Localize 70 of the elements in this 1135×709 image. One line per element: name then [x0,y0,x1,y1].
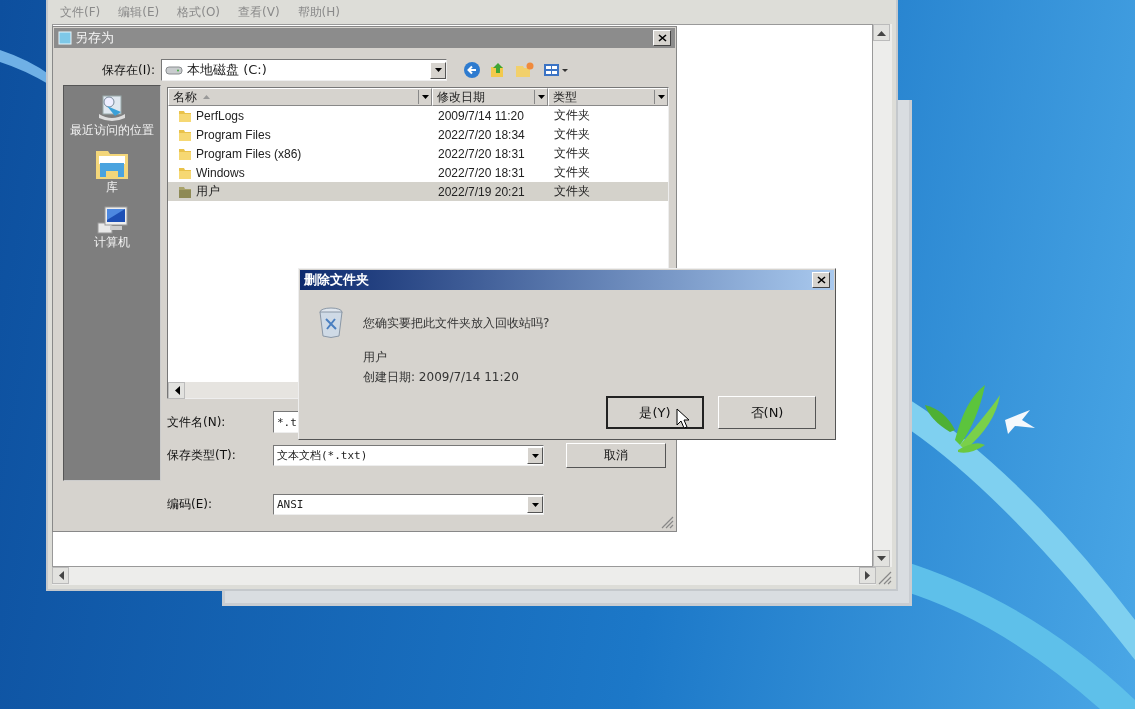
scroll-left-icon[interactable] [52,567,69,584]
view-menu-icon[interactable] [543,62,569,78]
dialog-button[interactable]: 否(N) [718,396,816,429]
column-header[interactable]: 修改日期 [432,88,548,106]
file-row[interactable]: Program Files 2022/7/20 18:34 文件夹 [168,125,668,144]
scroll-right-icon[interactable] [859,567,876,584]
table-cell-text: 文件夹 [553,107,590,124]
recycle-bin-icon [317,307,345,339]
window-title: 删除文件夹 [304,271,369,289]
scroll-up-icon[interactable] [873,24,890,41]
drive-icon [165,65,183,75]
scroll-left-icon[interactable] [168,382,185,399]
folder-icon [178,108,192,123]
column-menu-icon[interactable] [418,90,431,104]
field-label: 编码(E): [167,496,213,513]
resize-grip-icon[interactable] [876,569,892,585]
file-name: Program Files [196,127,271,142]
scrollbar[interactable] [873,24,892,567]
dialog-button[interactable]: 是(Y) [606,396,704,429]
window-title: 另存为 [75,29,114,47]
scroll-down-icon[interactable] [873,550,890,567]
folder-name: 用户 [363,349,388,366]
file-name: 用户 [196,183,220,200]
file-row[interactable]: Windows 2022/7/20 18:31 文件夹 [168,163,668,182]
table-cell-text: 2022/7/19 20:21 [437,184,526,199]
column-header[interactable]: 名称 [168,88,432,106]
file-name: Windows [196,165,245,180]
computer-icon [94,204,130,237]
creation-date: 创建日期: 2009/7/14 11:20 [363,369,520,386]
sort-arrow-icon [203,95,210,99]
table-cell-text: 文件夹 [553,164,590,181]
file-type-dropdown[interactable]: 文本文档(*.txt) [273,445,544,466]
file-row[interactable]: Program Files (x86) 2022/7/20 18:31 文件夹 [168,144,668,163]
location-dropdown[interactable]: 本地磁盘 (C:) [161,59,447,81]
scrollbar[interactable] [52,567,876,585]
folder-icon [178,165,192,180]
dialog-message: 您确实要把此文件夹放入回收站吗? [363,315,550,332]
folder-icon [178,184,192,199]
field-label: 保存类型(T): [167,447,237,464]
field-label: 文件名(N): [167,413,227,431]
table-cell-text: 2022/7/20 18:31 [437,165,526,180]
encoding-dropdown[interactable]: ANSI [273,494,544,515]
column-menu-icon[interactable] [534,90,547,104]
table-cell-text: 2022/7/20 18:34 [437,127,526,142]
resize-grip-icon[interactable] [660,515,674,529]
folder-icon [178,127,192,142]
table-cell-text: 文件夹 [553,183,590,200]
file-row[interactable]: PerfLogs 2009/7/14 11:20 文件夹 [168,106,668,125]
table-cell-text: 文件夹 [553,126,590,143]
file-name: Program Files (x86) [196,146,302,161]
column-menu-icon[interactable] [654,90,667,104]
bird-drawing [1005,410,1035,434]
close-button[interactable] [653,30,671,46]
table-cell-text: 2022/7/20 18:31 [437,146,526,161]
folder-icon [178,146,192,161]
notepad-icon [58,31,72,45]
field-label: 保存在(I): [101,61,156,79]
file-row[interactable]: 用户 2022/7/19 20:21 文件夹 [168,182,668,201]
place-item[interactable]: 库 [66,147,158,195]
close-button[interactable] [812,272,830,288]
file-name: PerfLogs [196,108,245,123]
place-item[interactable]: 计算机 [66,204,158,250]
column-header[interactable]: 类型 [548,88,668,106]
cancel-button[interactable]: 取消 [566,443,666,468]
place-item[interactable]: 最近访问的位置 [66,92,158,138]
close-icon [657,34,667,42]
table-cell-text: 2009/7/14 11:20 [437,108,525,123]
close-icon [816,276,826,284]
mouse-pointer-icon [676,408,690,430]
table-cell-text: 文件夹 [553,145,590,162]
